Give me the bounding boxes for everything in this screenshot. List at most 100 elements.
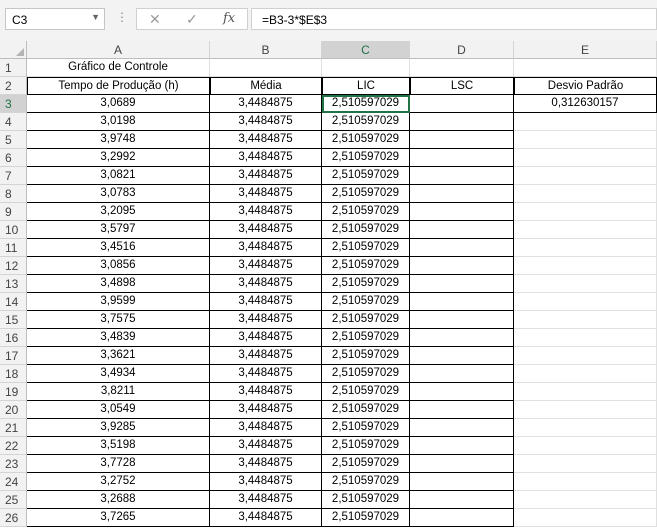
select-all-corner[interactable] (0, 41, 27, 59)
row-header[interactable]: 4 (0, 113, 27, 131)
cell-empty[interactable] (514, 221, 657, 239)
cell-lic[interactable]: 2,510597029 (322, 275, 410, 293)
cell-lsc[interactable] (410, 131, 514, 149)
cell-lic[interactable]: 2,510597029 (322, 509, 410, 527)
column-header-b[interactable]: B (210, 41, 322, 59)
column-header-a[interactable]: A (27, 41, 210, 59)
cell-empty[interactable] (514, 419, 657, 437)
row-header[interactable]: 26 (0, 509, 27, 527)
cell-a1-title[interactable]: Gráfico de Controle (27, 59, 210, 77)
cell-empty[interactable] (410, 59, 514, 77)
cell-lic[interactable]: 2,510597029 (322, 419, 410, 437)
cell-lsc[interactable] (410, 401, 514, 419)
cell-media[interactable]: 3,4484875 (210, 113, 322, 131)
cell-tempo[interactable]: 3,2688 (27, 491, 210, 509)
cell-tempo[interactable]: 3,4898 (27, 275, 210, 293)
header-cell-a[interactable]: Tempo de Produção (h) (27, 77, 210, 95)
row-header[interactable]: 3 (0, 95, 27, 113)
cell-lic[interactable]: 2,510597029 (322, 239, 410, 257)
row-header[interactable]: 24 (0, 473, 27, 491)
cell-empty[interactable] (514, 311, 657, 329)
row-header[interactable]: 5 (0, 131, 27, 149)
cell-lic[interactable]: 2,510597029 (322, 293, 410, 311)
cell-lic[interactable]: 2,510597029 (322, 401, 410, 419)
cell-empty[interactable] (514, 293, 657, 311)
cell-lic[interactable]: 2,510597029 (322, 347, 410, 365)
header-cell-e[interactable]: Desvio Padrão (514, 77, 657, 95)
cell-tempo[interactable]: 3,4839 (27, 329, 210, 347)
cell-lsc[interactable] (410, 257, 514, 275)
cell-lsc[interactable] (410, 347, 514, 365)
row-header[interactable]: 6 (0, 149, 27, 167)
cell-media[interactable]: 3,4484875 (210, 239, 322, 257)
cell-empty[interactable] (514, 239, 657, 257)
cell-tempo[interactable]: 3,0689 (27, 95, 210, 113)
header-cell-b[interactable]: Média (210, 77, 322, 95)
cell-tempo[interactable]: 3,0783 (27, 185, 210, 203)
cell-tempo[interactable]: 3,5198 (27, 437, 210, 455)
cell-lic[interactable]: 2,510597029 (322, 131, 410, 149)
cell-empty[interactable] (514, 257, 657, 275)
cell-media[interactable]: 3,4484875 (210, 257, 322, 275)
name-box[interactable]: C3 ▼ (5, 8, 105, 30)
function-icon[interactable]: fx (223, 11, 235, 26)
cell-media[interactable]: 3,4484875 (210, 383, 322, 401)
row-header[interactable]: 13 (0, 275, 27, 293)
cell-media[interactable]: 3,4484875 (210, 329, 322, 347)
cell-tempo[interactable]: 3,7265 (27, 509, 210, 527)
cell-lsc[interactable] (410, 149, 514, 167)
cell-media[interactable]: 3,4484875 (210, 293, 322, 311)
cell-tempo[interactable]: 3,8211 (27, 383, 210, 401)
cell-lsc[interactable] (410, 455, 514, 473)
cell-empty[interactable] (514, 383, 657, 401)
cell-lsc[interactable] (410, 311, 514, 329)
cell-tempo[interactable]: 3,0198 (27, 113, 210, 131)
cell-media[interactable]: 3,4484875 (210, 131, 322, 149)
header-cell-d[interactable]: LSC (410, 77, 514, 95)
cell-empty[interactable] (514, 59, 657, 77)
cell-empty[interactable] (514, 401, 657, 419)
cell-media[interactable]: 3,4484875 (210, 509, 322, 527)
cell-media[interactable]: 3,4484875 (210, 95, 322, 113)
cell-empty[interactable] (514, 437, 657, 455)
cell-tempo[interactable]: 3,9285 (27, 419, 210, 437)
cell-tempo[interactable]: 3,9748 (27, 131, 210, 149)
cell-lic[interactable]: 2,510597029 (322, 437, 410, 455)
cell-lsc[interactable] (410, 473, 514, 491)
cell-empty[interactable] (514, 113, 657, 131)
cell-lic[interactable]: 2,510597029 (322, 473, 410, 491)
cell-lic[interactable]: 2,510597029 (322, 329, 410, 347)
cell-empty[interactable] (514, 185, 657, 203)
row-header[interactable]: 10 (0, 221, 27, 239)
cell-empty[interactable] (514, 275, 657, 293)
cell-lsc[interactable] (410, 509, 514, 527)
cell-tempo[interactable]: 3,7728 (27, 455, 210, 473)
cell-empty[interactable] (514, 455, 657, 473)
cell-lic[interactable]: 2,510597029 (322, 311, 410, 329)
row-header[interactable]: 2 (0, 77, 27, 95)
row-header[interactable]: 9 (0, 203, 27, 221)
cell-lic[interactable]: 2,510597029 (322, 365, 410, 383)
cell-empty[interactable] (514, 167, 657, 185)
cell-tempo[interactable]: 3,2752 (27, 473, 210, 491)
cell-empty[interactable] (322, 59, 410, 77)
column-header-e[interactable]: E (514, 41, 657, 59)
cell-tempo[interactable]: 3,9599 (27, 293, 210, 311)
row-header[interactable]: 8 (0, 185, 27, 203)
cell-empty[interactable] (514, 365, 657, 383)
row-header[interactable]: 22 (0, 437, 27, 455)
cell-media[interactable]: 3,4484875 (210, 437, 322, 455)
cell-empty[interactable] (514, 203, 657, 221)
cell-lsc[interactable] (410, 437, 514, 455)
cell-media[interactable]: 3,4484875 (210, 473, 322, 491)
cell-empty[interactable] (514, 509, 657, 527)
column-header-d[interactable]: D (410, 41, 514, 59)
row-header[interactable]: 19 (0, 383, 27, 401)
cell-tempo[interactable]: 3,5797 (27, 221, 210, 239)
cell-tempo[interactable]: 3,2095 (27, 203, 210, 221)
row-header[interactable]: 1 (0, 59, 27, 77)
cell-lic[interactable]: 2,510597029 (322, 167, 410, 185)
cell-empty[interactable] (514, 473, 657, 491)
cell-lsc[interactable] (410, 275, 514, 293)
cell-media[interactable]: 3,4484875 (210, 491, 322, 509)
